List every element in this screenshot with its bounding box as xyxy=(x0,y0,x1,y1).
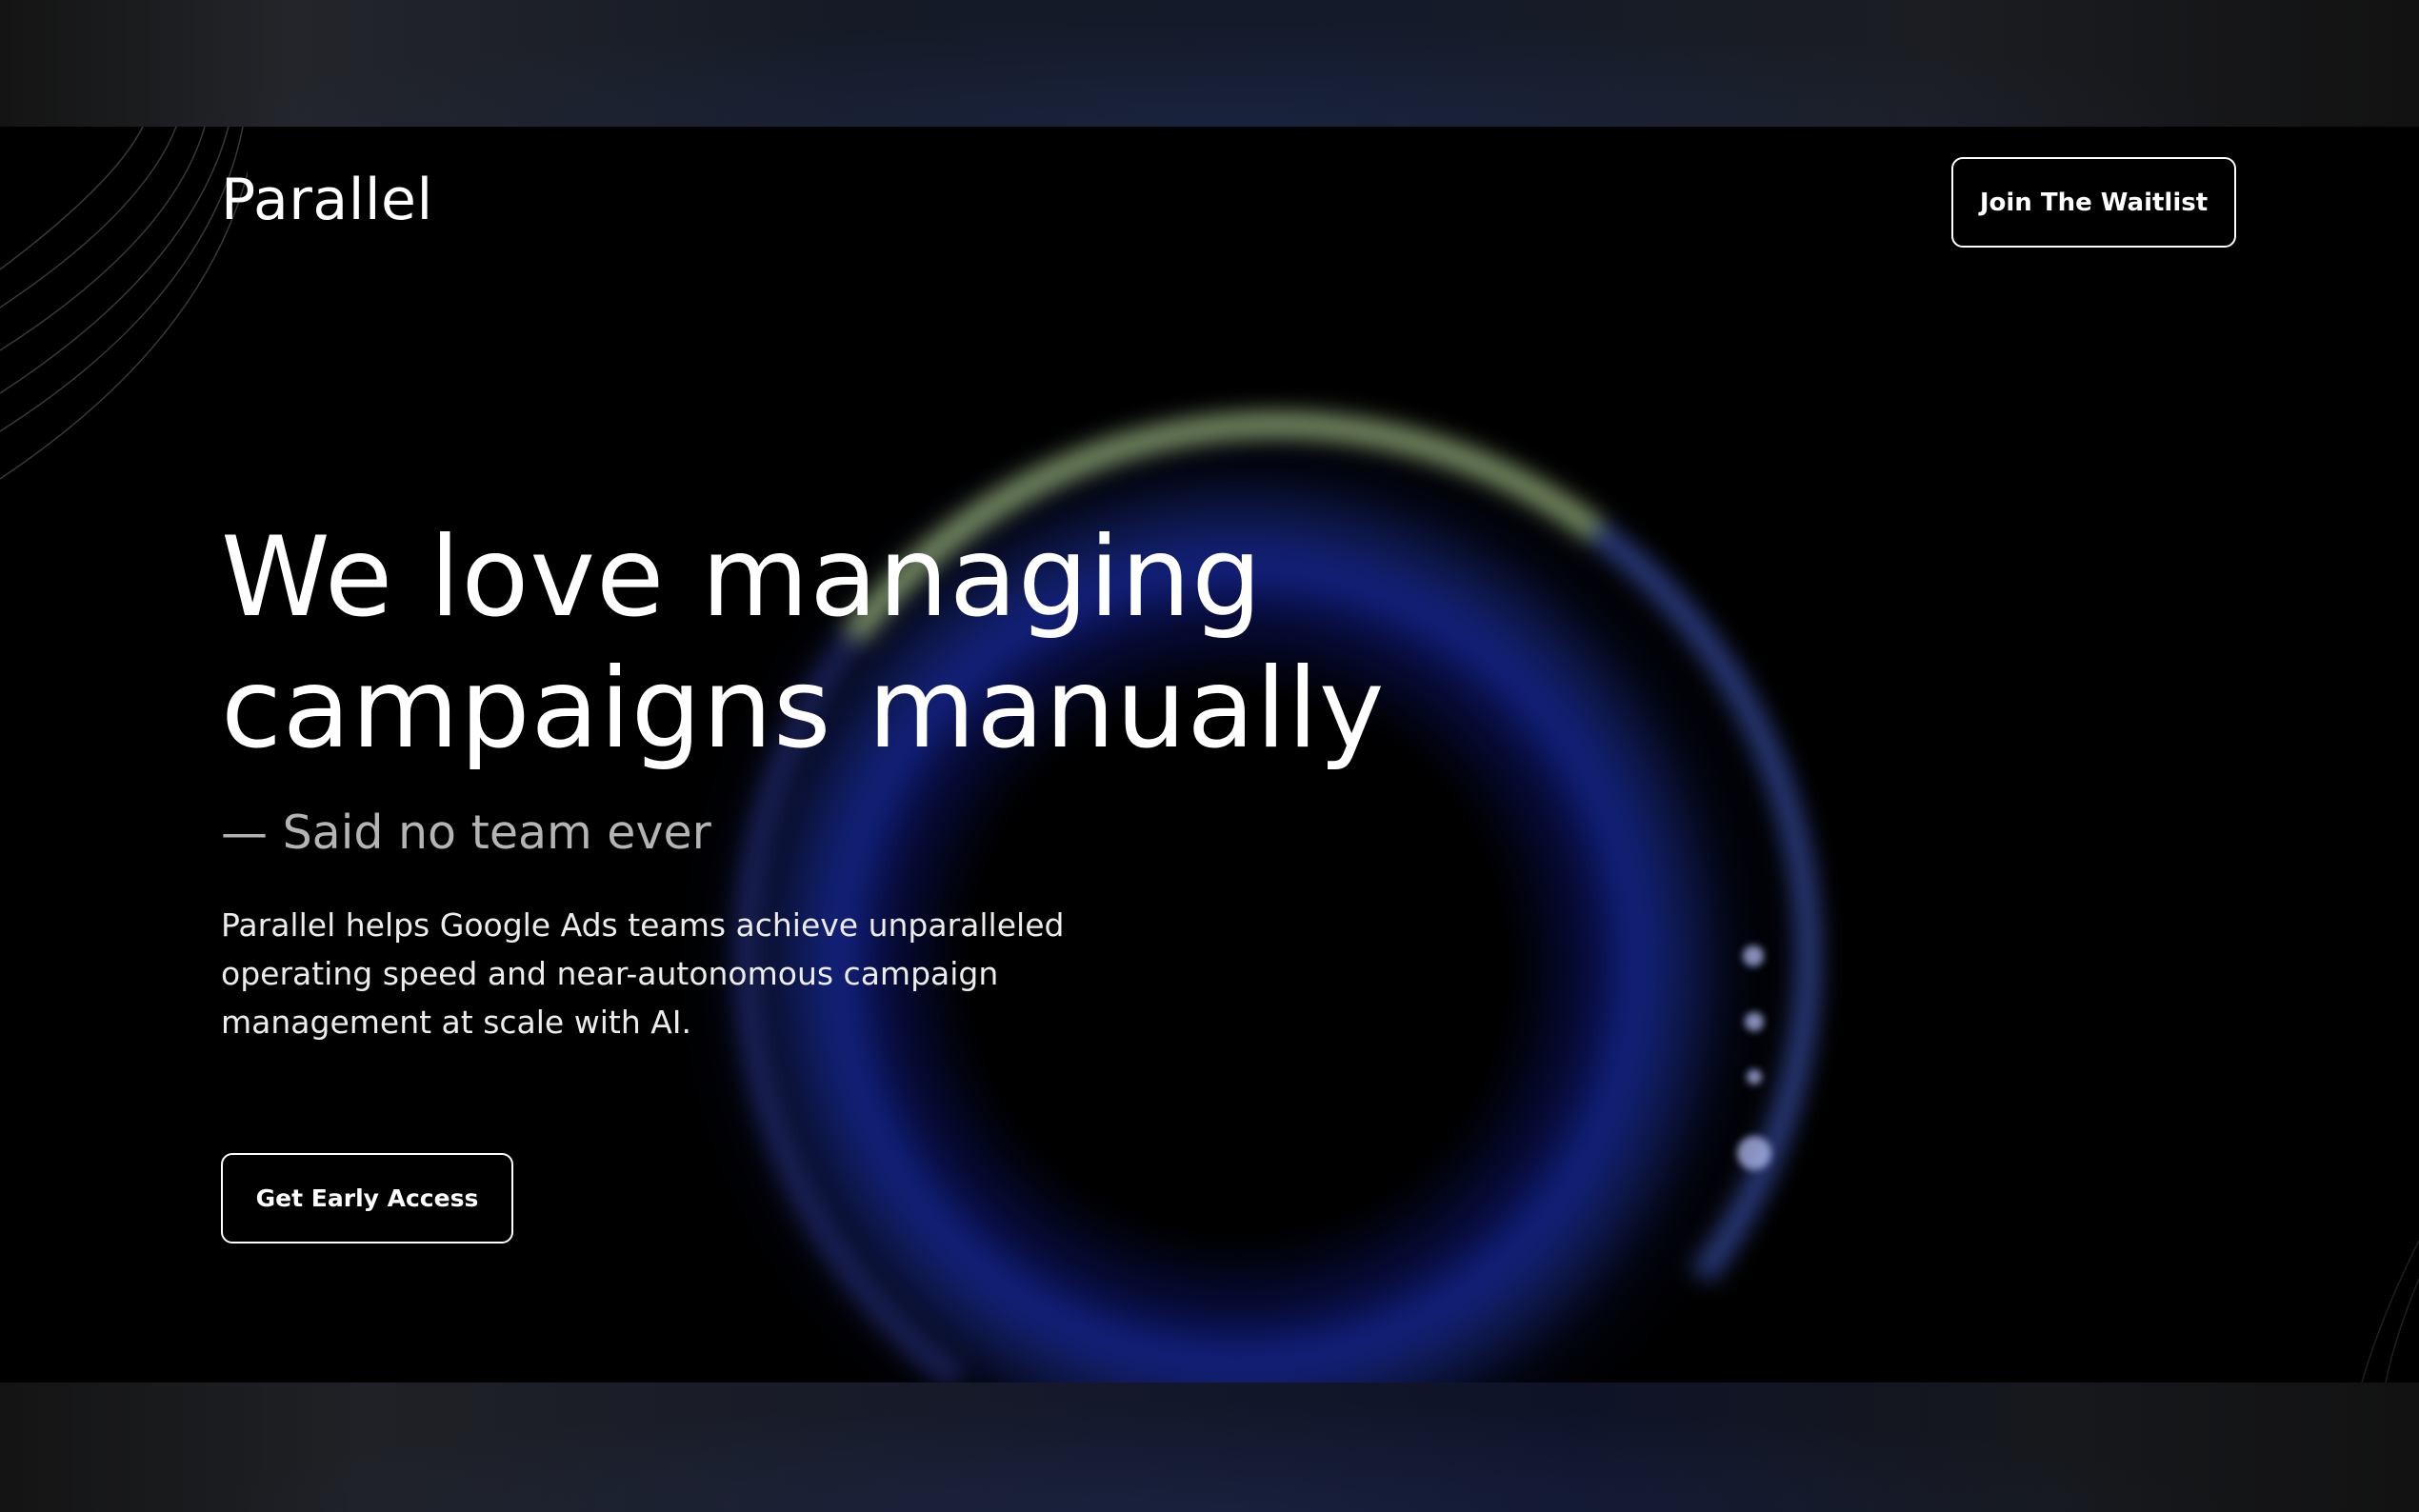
get-early-access-button[interactable]: Get Early Access xyxy=(221,1153,513,1243)
headline-line-1: We love managing xyxy=(221,513,1263,642)
hero-description: Parallel helps Google Ads teams achieve … xyxy=(221,906,1065,1041)
headline-line-2: campaigns manually xyxy=(221,645,1386,773)
hero-section: Parallel Join The Waitlist We love manag… xyxy=(0,127,2419,1383)
blurred-frame-bottom xyxy=(0,1383,2419,1512)
join-waitlist-button[interactable]: Join The Waitlist xyxy=(1951,157,2236,248)
brand-logo[interactable]: Parallel xyxy=(221,167,433,233)
hero-quote: — Said no team ever xyxy=(221,806,711,860)
decorative-arc-lines xyxy=(0,127,248,480)
decorative-arc-lines-right xyxy=(2361,1240,2419,1383)
glowing-ring-arc xyxy=(663,342,1891,1383)
ring-sparkles xyxy=(1733,945,1771,1193)
blurred-frame-top xyxy=(0,0,2419,127)
hero-headline: We love managing campaigns manually xyxy=(221,512,1554,775)
